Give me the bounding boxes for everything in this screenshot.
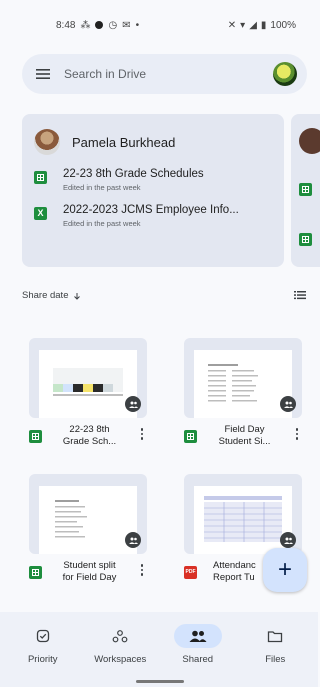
sort-control[interactable]: Share date [22, 290, 81, 301]
file-tile[interactable]: Student split for Field Day [29, 474, 147, 584]
new-button[interactable]: + [263, 548, 307, 592]
nav-item-workspaces[interactable]: Workspaces [84, 612, 156, 687]
file-text: 2022-2023 JCMS Employee Info... Edited i… [63, 204, 239, 228]
file-name-line: 22-23 8th [69, 424, 110, 435]
bottom-navigation: Priority Workspaces Shared Files [0, 612, 318, 687]
suggested-card-peek[interactable] [291, 114, 320, 267]
file-name: Student split for Field Day [42, 560, 137, 584]
file-text: 22-23 8th Grade Schedules Edited in the … [63, 168, 204, 192]
nav-label: Priority [27, 654, 58, 665]
more-options-icon[interactable] [137, 428, 147, 440]
mute-icon: ✕ [227, 19, 237, 31]
tile-meta: Field Day Student Si... [184, 424, 302, 448]
sort-label[interactable]: Share date [22, 290, 68, 301]
file-tile[interactable]: Field Day Student Si... [184, 338, 302, 448]
tile-meta: Student split for Field Day [29, 560, 147, 584]
person-avatar [34, 129, 60, 155]
signal-icon: ◢ [249, 19, 257, 31]
nav-item-files[interactable]: Files [239, 612, 311, 687]
workspaces-icon [96, 624, 144, 648]
account-avatar[interactable] [273, 62, 297, 86]
thumbnail-page [194, 486, 292, 554]
priority-check-icon [19, 624, 67, 648]
battery-icon: ▮ [260, 19, 267, 31]
file-thumbnail[interactable] [29, 474, 147, 554]
file-name-line: Grade Sch... [62, 436, 117, 447]
thumbnail-page [39, 486, 137, 554]
list-view-icon[interactable] [294, 290, 306, 300]
file-thumbnail[interactable] [184, 338, 302, 418]
document-preview [55, 500, 87, 538]
nav-item-priority[interactable]: Priority [7, 612, 79, 687]
person-name: Pamela Burkhead [72, 134, 176, 150]
suggested-file-row[interactable]: 22-23 8th Grade Schedules Edited in the … [34, 168, 272, 192]
nav-label: Workspaces [94, 654, 147, 665]
card-header: Pamela Burkhead [34, 128, 272, 156]
nav-label: Files [265, 654, 286, 665]
file-thumbnail[interactable] [184, 474, 302, 554]
thumbnail-page [39, 350, 137, 418]
menu-icon[interactable] [36, 66, 52, 82]
file-title: 2022-2023 JCMS Employee Info... [63, 204, 239, 216]
search-bar[interactable]: Search in Drive [22, 54, 307, 94]
file-name: Field Day Student Si... [197, 424, 292, 448]
alarm-icon: ◷ [108, 19, 118, 31]
shared-badge-icon [280, 396, 296, 412]
tile-meta: 22-23 8th Grade Sch... [29, 424, 147, 448]
file-name: 22-23 8th Grade Sch... [42, 424, 137, 448]
file-name-line: Student Si... [218, 436, 271, 447]
shared-people-icon [173, 624, 222, 648]
sheets-icon [299, 233, 312, 246]
file-name-line: Field Day [224, 424, 265, 435]
sheets-icon [299, 183, 312, 196]
nav-label: Shared [182, 654, 214, 665]
notification-dot-icon [95, 21, 104, 29]
file-thumbnail[interactable] [29, 338, 147, 418]
person-avatar [299, 128, 320, 154]
notification-icons: ⁂ [80, 19, 91, 31]
sheets-icon [29, 566, 42, 579]
slides-icon: PDF [184, 566, 197, 579]
folder-icon [251, 624, 299, 648]
thumbnail-page [194, 350, 292, 418]
mail-icon: ✉ [122, 19, 131, 31]
battery-level: 100% [270, 19, 296, 31]
arrow-down-icon [74, 292, 81, 300]
sheets-icon [29, 430, 42, 443]
file-name-line: Student split [63, 560, 116, 571]
file-tile[interactable]: 22-23 8th Grade Sch... [29, 338, 147, 448]
sheets-icon [34, 171, 47, 184]
wifi-icon: ▾ [240, 19, 246, 31]
file-name-line: for Field Day [62, 572, 117, 583]
status-left: 8:48 ⁂ ◷ ✉ • [56, 20, 139, 31]
shared-badge-icon [125, 532, 141, 548]
status-right: ✕ ▾ ◢ ▮ 100% [228, 20, 296, 31]
sheets-icon [184, 430, 197, 443]
file-title: 22-23 8th Grade Schedules [63, 168, 204, 180]
file-subtitle: Edited in the past week [63, 183, 141, 192]
search-input[interactable]: Search in Drive [64, 67, 273, 81]
excel-icon: X [34, 207, 47, 220]
more-options-icon[interactable] [137, 564, 147, 576]
home-indicator[interactable] [136, 680, 184, 683]
suggested-file-row[interactable]: X 2022-2023 JCMS Employee Info... Edited… [34, 204, 272, 228]
file-subtitle: Edited in the past week [63, 219, 141, 228]
shared-badge-icon [280, 532, 296, 548]
more-notifications-icon: • [135, 19, 140, 31]
document-preview [208, 364, 258, 402]
nav-item-shared[interactable]: Shared [162, 612, 234, 687]
suggested-card[interactable]: Pamela Burkhead 22-23 8th Grade Schedule… [22, 114, 284, 267]
status-bar: 8:48 ⁂ ◷ ✉ • ✕ ▾ ◢ ▮ 100% [0, 0, 318, 50]
spreadsheet-preview [53, 368, 123, 396]
status-time: 8:48 [56, 19, 76, 31]
shared-badge-icon [125, 396, 141, 412]
slides-preview [204, 496, 282, 542]
more-options-icon[interactable] [292, 428, 302, 440]
